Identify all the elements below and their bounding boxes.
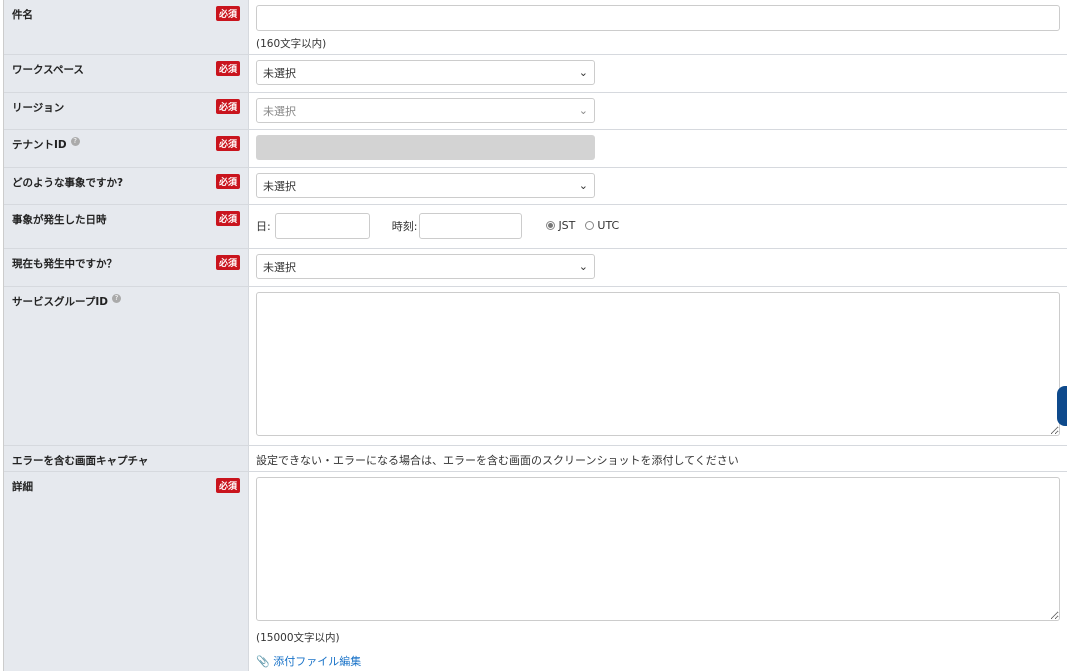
required-badge: 必須 (216, 6, 241, 21)
row-tenant-id: テナントID? 必須 (4, 130, 1067, 168)
row-occurred-at: 事象が発生した日時 必須 日: 時刻: JST UTC (4, 205, 1067, 249)
row-screen-capture: エラーを含む画面キャプチャ 設定できない・エラーになる場合は、エラーを含む画面の… (4, 446, 1067, 472)
label-cell: テナントID? 必須 (4, 130, 249, 167)
required-badge: 必須 (216, 136, 241, 151)
field-label: どのような事象ですか? (12, 177, 124, 189)
service-group-id-textarea[interactable] (256, 292, 1060, 436)
field-label: テナントID (12, 139, 67, 151)
value-cell: 未選択 ⌄ (249, 93, 1067, 129)
attach-label: 添付ファイル編集 (273, 655, 362, 668)
radio-circle (546, 221, 556, 230)
chevron-down-icon: ⌄ (578, 179, 588, 192)
label-cell: サービスグループID? (4, 287, 249, 445)
row-region: リージョン 必須 未選択 ⌄ (4, 93, 1067, 130)
label-cell: ワークスペース 必須 (4, 55, 249, 92)
required-badge: 必須 (216, 99, 241, 114)
field-label: 件名 (12, 9, 33, 21)
required-badge: 必須 (216, 255, 241, 270)
radio-label: UTC (597, 219, 620, 232)
side-feedback-tab[interactable] (1057, 386, 1067, 426)
event-type-select[interactable]: 未選択 ⌄ (256, 173, 595, 198)
help-icon[interactable]: ? (70, 137, 80, 146)
inquiry-form: 件名 必須 (160文字以内) ワークスペース 必須 未選択 ⌄ リージョン 必須 未選… (3, 0, 1067, 671)
field-label: リージョン (12, 102, 65, 114)
value-cell (249, 130, 1067, 167)
radio-label: JST (558, 219, 576, 232)
label-cell: 事象が発生した日時 必須 (4, 205, 249, 248)
radio-utc[interactable]: UTC (585, 219, 619, 232)
attach-file-link[interactable]: 📎 添付ファイル編集 (256, 653, 1060, 669)
field-label: エラーを含む画面キャプチャ (12, 455, 149, 467)
workspace-select[interactable]: 未選択 ⌄ (256, 60, 595, 85)
select-value: 未選択 (263, 179, 296, 193)
row-workspace: ワークスペース 必須 未選択 ⌄ (4, 55, 1067, 93)
value-cell: 設定できない・エラーになる場合は、エラーを含む画面のスクリーンショットを添付して… (249, 446, 1067, 471)
label-cell: エラーを含む画面キャプチャ (4, 446, 249, 471)
value-cell: (15000文字以内) 📎 添付ファイル編集 (249, 472, 1067, 671)
ongoing-select[interactable]: 未選択 ⌄ (256, 254, 595, 279)
value-cell (249, 287, 1067, 445)
chevron-down-icon: ⌄ (578, 260, 588, 273)
label-cell: 詳細 必須 (4, 472, 249, 671)
row-details: 詳細 必須 (15000文字以内) 📎 添付ファイル編集 (4, 472, 1067, 671)
select-value: 未選択 (263, 260, 296, 274)
field-label: 事象が発生した日時 (12, 214, 107, 226)
details-textarea[interactable] (256, 477, 1060, 621)
required-badge: 必須 (216, 61, 241, 76)
label-cell: どのような事象ですか? 必須 (4, 168, 249, 204)
row-subject: 件名 必須 (160文字以内) (4, 0, 1067, 55)
date-input[interactable] (274, 212, 370, 239)
chevron-down-icon: ⌄ (578, 66, 588, 79)
select-value: 未選択 (263, 66, 296, 80)
time-input[interactable] (419, 212, 523, 239)
select-value: 未選択 (263, 104, 296, 118)
date-label: 日: (256, 219, 271, 233)
label-cell: 現在も発生中ですか？ 必須 (4, 249, 249, 286)
value-cell: 未選択 ⌄ (249, 249, 1067, 286)
value-cell: 未選択 ⌄ (249, 55, 1067, 92)
chevron-down-icon: ⌄ (578, 104, 588, 117)
label-cell: リージョン 必須 (4, 93, 249, 129)
radio-circle (585, 221, 595, 230)
help-icon[interactable]: ? (112, 294, 121, 303)
field-label: 詳細 (12, 481, 33, 493)
field-label: サービスグループID (12, 296, 108, 308)
capture-instruction: 設定できない・エラーになる場合は、エラーを含む画面のスクリーンショットを添付して… (256, 454, 739, 467)
row-ongoing: 現在も発生中ですか？ 必須 未選択 ⌄ (4, 249, 1067, 287)
field-label: 現在も発生中ですか？ (12, 258, 117, 270)
subject-input[interactable] (256, 5, 1060, 31)
required-badge: 必須 (216, 174, 241, 189)
tenant-id-field (256, 135, 595, 160)
radio-jst[interactable]: JST (546, 219, 575, 232)
paperclip-icon: 📎 (256, 655, 270, 668)
char-limit-note: (15000文字以内) (256, 632, 340, 644)
field-label: ワークスペース (12, 64, 84, 76)
region-select[interactable]: 未選択 ⌄ (256, 98, 595, 123)
required-badge: 必須 (216, 211, 241, 226)
label-cell: 件名 必須 (4, 0, 249, 54)
row-service-group-id: サービスグループID? (4, 287, 1067, 446)
char-limit-note: (160文字以内) (256, 38, 327, 50)
value-cell: 未選択 ⌄ (249, 168, 1067, 204)
value-cell: (160文字以内) (249, 0, 1067, 54)
required-badge: 必須 (216, 478, 241, 493)
time-label: 時刻: (391, 219, 418, 233)
value-cell: 日: 時刻: JST UTC (249, 205, 1067, 248)
row-event-type: どのような事象ですか? 必須 未選択 ⌄ (4, 168, 1067, 205)
